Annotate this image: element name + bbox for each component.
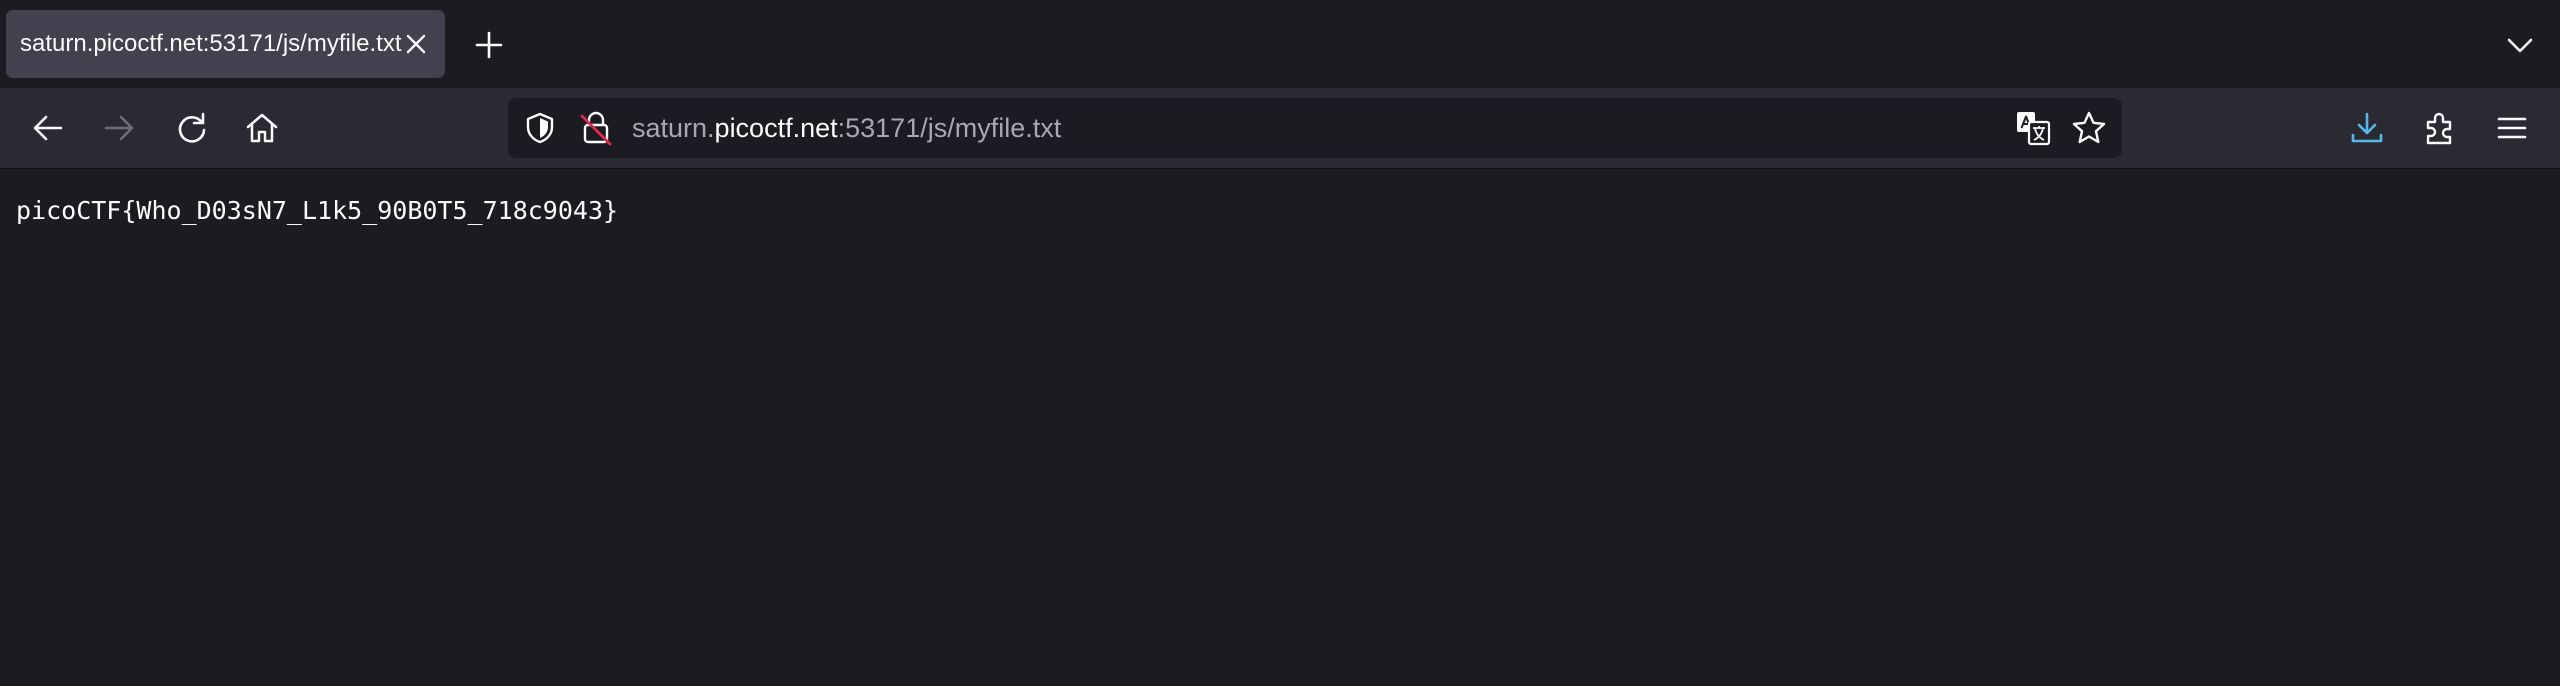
close-icon[interactable]	[403, 31, 429, 57]
translate-icon[interactable]	[2015, 110, 2051, 146]
url-bar[interactable]: saturn.picoctf.net:53171/js/myfile.txt	[508, 98, 2122, 158]
extensions-icon[interactable]	[2416, 104, 2464, 152]
downloads-icon[interactable]	[2343, 104, 2391, 152]
url-path: :53171/js/myfile.txt	[837, 113, 1062, 143]
url-prefix: saturn.	[632, 113, 715, 143]
new-tab-plus-icon[interactable]	[470, 28, 508, 62]
url-host: picoctf.net	[714, 113, 838, 143]
reload-icon[interactable]	[168, 104, 216, 152]
url-text[interactable]: saturn.picoctf.net:53171/js/myfile.txt	[632, 98, 1061, 158]
tab-title: saturn.picoctf.net:53171/js/myfile.txt	[20, 30, 402, 57]
tracking-shield-icon[interactable]	[522, 110, 558, 146]
chevron-down-icon[interactable]	[2504, 30, 2536, 60]
tab-strip: saturn.picoctf.net:53171/js/myfile.txt	[0, 0, 2560, 88]
menu-icon[interactable]	[2488, 104, 2536, 152]
tab-active[interactable]: saturn.picoctf.net:53171/js/myfile.txt	[6, 10, 445, 78]
home-icon[interactable]	[238, 104, 286, 152]
page-content: picoCTF{Who_D03sN7_L1k5_90B0T5_718c9043}	[0, 169, 2560, 686]
back-icon[interactable]	[24, 104, 72, 152]
insecure-lock-icon[interactable]	[578, 110, 614, 146]
bookmark-star-icon[interactable]	[2071, 110, 2107, 146]
forward-icon[interactable]	[95, 104, 143, 152]
file-text: picoCTF{Who_D03sN7_L1k5_90B0T5_718c9043}	[16, 196, 619, 225]
navigation-toolbar: saturn.picoctf.net:53171/js/myfile.txt	[0, 88, 2560, 168]
